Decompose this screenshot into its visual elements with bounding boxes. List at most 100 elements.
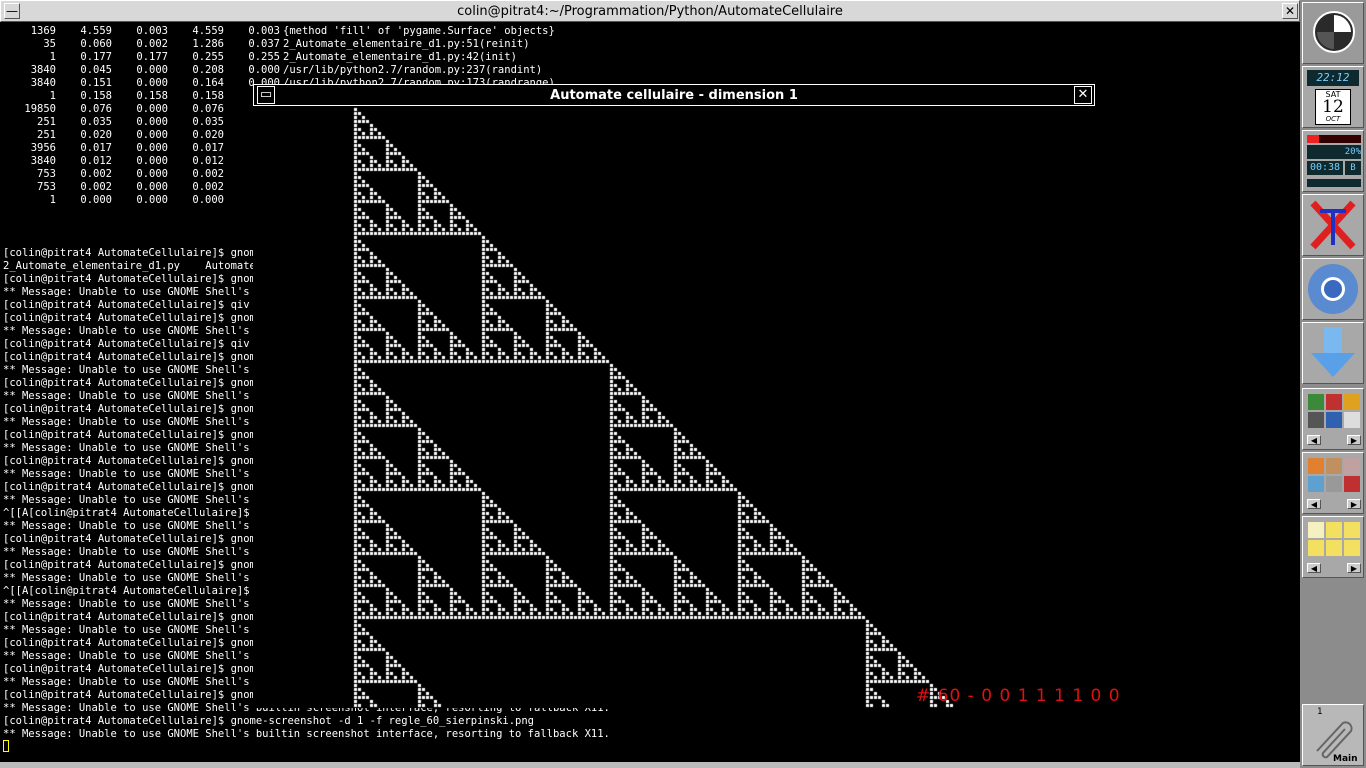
lightbulb-icon[interactable] xyxy=(1308,540,1324,556)
terminal-line: ** Message: Unable to use GNOME Shell's … xyxy=(3,286,269,298)
launcher-icon[interactable] xyxy=(1308,394,1324,410)
calendar-month: OCT xyxy=(1325,115,1341,123)
terminal-bottom-edge xyxy=(0,762,1300,768)
automaton-close-button[interactable]: ✕ xyxy=(1074,86,1092,104)
lightbulb-icon[interactable] xyxy=(1308,522,1324,538)
launcher-icon[interactable] xyxy=(1326,458,1342,474)
profile-number: 0.000 xyxy=(136,129,168,141)
terminal-line: [colin@pitrat4 AutomateCellulaire]$ gnom… xyxy=(3,455,269,467)
dock-launcher-group-1[interactable]: ◀ ▶ xyxy=(1302,388,1364,450)
terminal-line: ^[[A[colin@pitrat4 AutomateCellulaire]$ … xyxy=(3,585,269,597)
automaton-window[interactable]: ▭ Automate cellulaire - dimension 1 ✕ xyxy=(253,84,1095,708)
terminal-line: [colin@pitrat4 AutomateCellulaire]$ gnom… xyxy=(3,429,269,441)
profile-number: 753 xyxy=(37,168,56,180)
dock-app-clock[interactable] xyxy=(1302,2,1364,64)
terminal-titlebar[interactable]: — colin@pitrat4:~/Programmation/Python/A… xyxy=(0,0,1300,22)
profile-number: 4.559 xyxy=(192,25,224,37)
launcher-next-button[interactable]: ▶ xyxy=(1347,499,1361,509)
launcher-next-button[interactable]: ▶ xyxy=(1347,563,1361,573)
profile-number: 0.000 xyxy=(136,116,168,128)
lightbulb-icon[interactable] xyxy=(1326,540,1342,556)
terminal-line: [colin@pitrat4 AutomateCellulaire]$ gnom… xyxy=(3,247,269,259)
terminal-line: [colin@pitrat4 AutomateCellulaire]$ gnom… xyxy=(3,403,269,415)
profile-number: 0.158 xyxy=(136,90,168,102)
profile-number: 3840 xyxy=(30,155,56,167)
battery-percent: 20% xyxy=(1307,145,1361,159)
terminal-line: ** Message: Unable to use GNOME Shell's … xyxy=(3,442,269,454)
dock-launcher-group-2[interactable]: ◀ ▶ xyxy=(1302,452,1364,514)
chromium-icon xyxy=(1308,264,1358,314)
profile-number: 0.076 xyxy=(192,103,224,115)
rule-label: # 60 - 0 0 1 1 1 1 0 0 xyxy=(916,686,1121,706)
terminal-line: [colin@pitrat4 AutomateCellulaire]$ gnom… xyxy=(3,273,269,285)
launcher-next-button[interactable]: ▶ xyxy=(1347,435,1361,445)
profile-number: 0.000 xyxy=(136,168,168,180)
lightbulb-icon[interactable] xyxy=(1344,540,1360,556)
terminal-line: ** Message: Unable to use GNOME Shell's … xyxy=(3,572,269,584)
launcher-icon[interactable] xyxy=(1308,412,1324,428)
terminal-line: [colin@pitrat4 AutomateCellulaire]$ gnom… xyxy=(3,715,535,727)
terminal-line: ** Message: Unable to use GNOME Shell's … xyxy=(3,390,269,402)
launcher-prev-button[interactable]: ◀ xyxy=(1307,563,1321,573)
launcher-icon[interactable] xyxy=(1344,458,1360,474)
launcher-icon[interactable] xyxy=(1308,458,1324,474)
workspace-name: Main xyxy=(1333,754,1358,764)
clock-time: 22:12 xyxy=(1307,70,1359,86)
close-icon: ✕ xyxy=(1284,4,1296,18)
dock-app-chromium[interactable] xyxy=(1302,258,1364,320)
profile-number: 0.000 xyxy=(136,155,168,167)
battery-status-bar xyxy=(1307,179,1361,187)
dock-app-downloader[interactable] xyxy=(1302,322,1364,384)
profile-row: 38400.0120.0000.0120. xyxy=(0,155,283,168)
workspace-clip[interactable]: 1 Main xyxy=(1302,704,1364,766)
profile-number: 19850 xyxy=(24,103,56,115)
launcher-icon[interactable] xyxy=(1344,394,1360,410)
terminal-line: [colin@pitrat4 AutomateCellulaire]$ qiv … xyxy=(3,338,269,350)
profile-number: 0.002 xyxy=(80,168,112,180)
launcher-grid-2 xyxy=(1307,457,1361,493)
lightbulb-icon[interactable] xyxy=(1326,522,1342,538)
dock-app-battery[interactable]: 20% 00:38 B xyxy=(1302,130,1364,192)
terminal-line: 2_Automate_elementaire_d1.py Automate_e xyxy=(3,260,269,272)
profile-number: 0.012 xyxy=(80,155,112,167)
dock-app-datetime[interactable]: 22:12 SAT 12 OCT xyxy=(1302,66,1364,128)
terminal-line: ** Message: Unable to use GNOME Shell's … xyxy=(3,624,269,636)
terminal-close-button[interactable]: ✕ xyxy=(1282,3,1298,19)
terminal-line: [colin@pitrat4 AutomateCellulaire]$ gnom… xyxy=(3,351,269,363)
profile-number: 1369 xyxy=(30,25,56,37)
launcher-icon[interactable] xyxy=(1326,394,1342,410)
window-maker-dock: 22:12 SAT 12 OCT 20% 00:38 B ◀ ▶ ◀ ▶ ◀ ▶… xyxy=(1300,0,1366,768)
profile-number: 0.002 xyxy=(136,38,168,50)
terminal-line: ** Message: Unable to use GNOME Shell's … xyxy=(3,416,269,428)
launcher-icon[interactable] xyxy=(1344,412,1360,428)
launcher-icon[interactable] xyxy=(1308,476,1324,492)
terminal-line: [colin@pitrat4 AutomateCellulaire]$ gnom… xyxy=(3,533,269,545)
launcher-prev-button[interactable]: ◀ xyxy=(1307,499,1321,509)
profile-row: 2510.0350.0000.0350. xyxy=(0,116,283,129)
profile-number: 0.177 xyxy=(136,51,168,63)
terminal-line: ** Message: Unable to use GNOME Shell's … xyxy=(3,728,610,740)
terminal-line: ** Message: Unable to use GNOME Shell's … xyxy=(3,546,269,558)
profile-function: 2_Automate_elementaire_d1.py:51(reinit) xyxy=(283,38,530,50)
xterm-x-icon xyxy=(1310,200,1356,250)
dock-app-xterm[interactable] xyxy=(1302,194,1364,256)
profile-number: 1 xyxy=(49,194,56,206)
profile-number: 0.000 xyxy=(136,194,168,206)
lightbulb-icon[interactable] xyxy=(1344,522,1360,538)
profile-number: 0.012 xyxy=(192,155,224,167)
launcher-icon[interactable] xyxy=(1326,412,1342,428)
dock-launcher-group-3[interactable]: ◀ ▶ xyxy=(1302,516,1364,578)
launcher-icon[interactable] xyxy=(1344,476,1360,492)
launcher-icon[interactable] xyxy=(1326,476,1342,492)
terminal-line: ** Message: Unable to use GNOME Shell's … xyxy=(3,325,269,337)
profile-number: 0.000 xyxy=(136,103,168,115)
profile-number: 0.000 xyxy=(136,77,168,89)
terminal-line: [colin@pitrat4 AutomateCellulaire]$ gnom… xyxy=(3,611,269,623)
launcher-prev-button[interactable]: ◀ xyxy=(1307,435,1321,445)
profile-number: 0.000 xyxy=(80,194,112,206)
automaton-titlebar[interactable]: ▭ Automate cellulaire - dimension 1 ✕ xyxy=(253,84,1095,106)
terminal-cursor xyxy=(3,740,9,752)
profile-number: 251 xyxy=(37,129,56,141)
terminal-line: ** Message: Unable to use GNOME Shell's … xyxy=(3,598,269,610)
profile-row: 7530.0020.0000.0020. xyxy=(0,168,283,181)
